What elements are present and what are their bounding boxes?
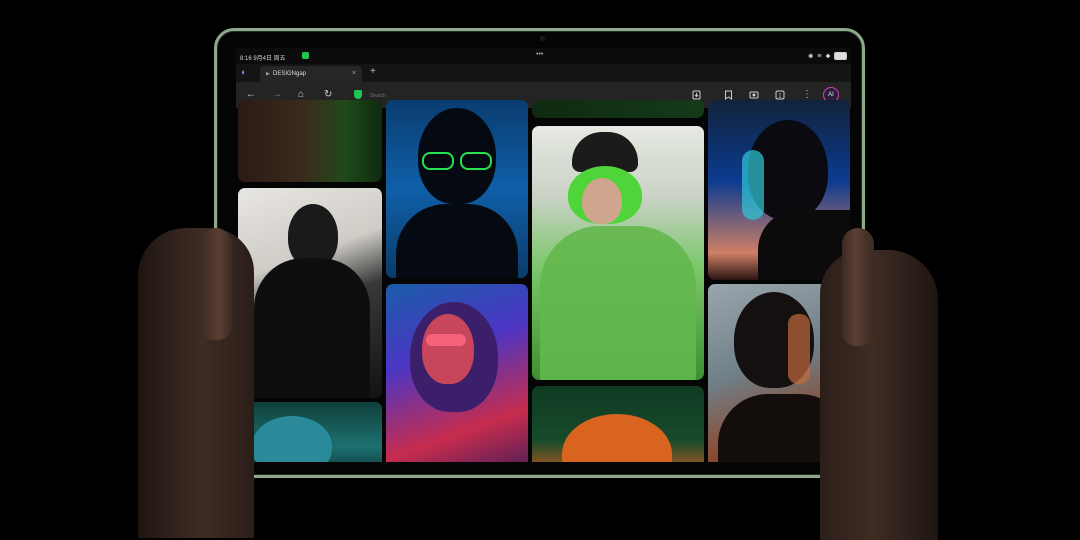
tabs-overview-icon[interactable]: 1 [775,90,785,100]
tab-close-icon[interactable]: × [352,70,356,77]
raincoat-shape [540,226,696,380]
tab-active[interactable]: ▶ DESIGNgap × [260,66,362,82]
glasses-shape [426,334,466,346]
gallery-image-green-glasses-silhouette[interactable] [386,100,528,278]
skin-highlight-shape [788,314,810,384]
notification-icon [302,52,309,59]
back-button[interactable]: ← [246,89,256,100]
bookmark-icon[interactable] [724,90,733,100]
orange-hair-shape [562,414,672,462]
battery-icon [834,52,847,60]
menu-icon[interactable]: ⋮ [802,89,812,100]
browser-logo-icon[interactable]: ◐ [241,67,246,77]
front-camera [540,36,545,41]
multitask-dots-icon[interactable]: ••• [536,51,543,58]
new-tab-button[interactable]: + [370,66,376,77]
left-thumb [200,228,232,340]
knit-hat-shape [252,416,332,462]
glasses-left-lens-shape [422,152,454,170]
screenshot-icon[interactable] [749,90,759,100]
face-shape [422,314,474,384]
gallery-image-teal-knit[interactable] [238,402,382,462]
home-button[interactable]: ⌂ [298,89,304,100]
tab-favicon-icon: ▶ [266,71,270,77]
portrait-body-shape [396,204,518,278]
status-time: 8:16 9月4日 周五 [240,56,286,62]
tablet-screen: 8:16 9月4日 周五 ••• ◉ ≋ ◆ ◐ ▶ DESIGNgap × +… [236,48,851,462]
shield-icon[interactable] [354,90,362,99]
gallery-image-leather-jacket[interactable] [238,100,382,182]
forward-button[interactable]: → [272,89,282,100]
tab-title: DESIGNgap [273,71,307,77]
right-thumb [842,228,874,346]
signal-wifi-icons: ◉ ≋ ◆ [808,53,832,60]
gallery-image-woman-hair-flowing[interactable] [238,188,382,398]
reload-button[interactable]: ↻ [324,89,332,100]
gallery-image-green-strip[interactable] [532,100,704,118]
gallery-image-green-hair-raincoat[interactable] [532,126,704,380]
download-icon[interactable] [692,90,701,100]
status-icons: ◉ ≋ ◆ [808,52,847,60]
gallery-image-blue-light-profile[interactable] [708,100,850,280]
right-hand [820,250,938,540]
gallery-image-red-glasses-woman[interactable] [386,284,528,462]
gallery-image-orange-hair[interactable] [532,386,704,462]
face-shape [582,178,622,224]
blue-light-shape [742,150,764,220]
tablet-device: 8:16 9月4日 周五 ••• ◉ ≋ ◆ ◐ ▶ DESIGNgap × +… [214,28,865,478]
image-gallery [236,100,851,462]
left-hand [138,228,254,538]
glasses-right-lens-shape [460,152,492,170]
portrait-body-shape [254,258,370,398]
status-bar: 8:16 9月4日 周五 ••• ◉ ≋ ◆ [236,48,851,64]
tab-strip: ◐ ▶ DESIGNgap × + [236,64,851,82]
